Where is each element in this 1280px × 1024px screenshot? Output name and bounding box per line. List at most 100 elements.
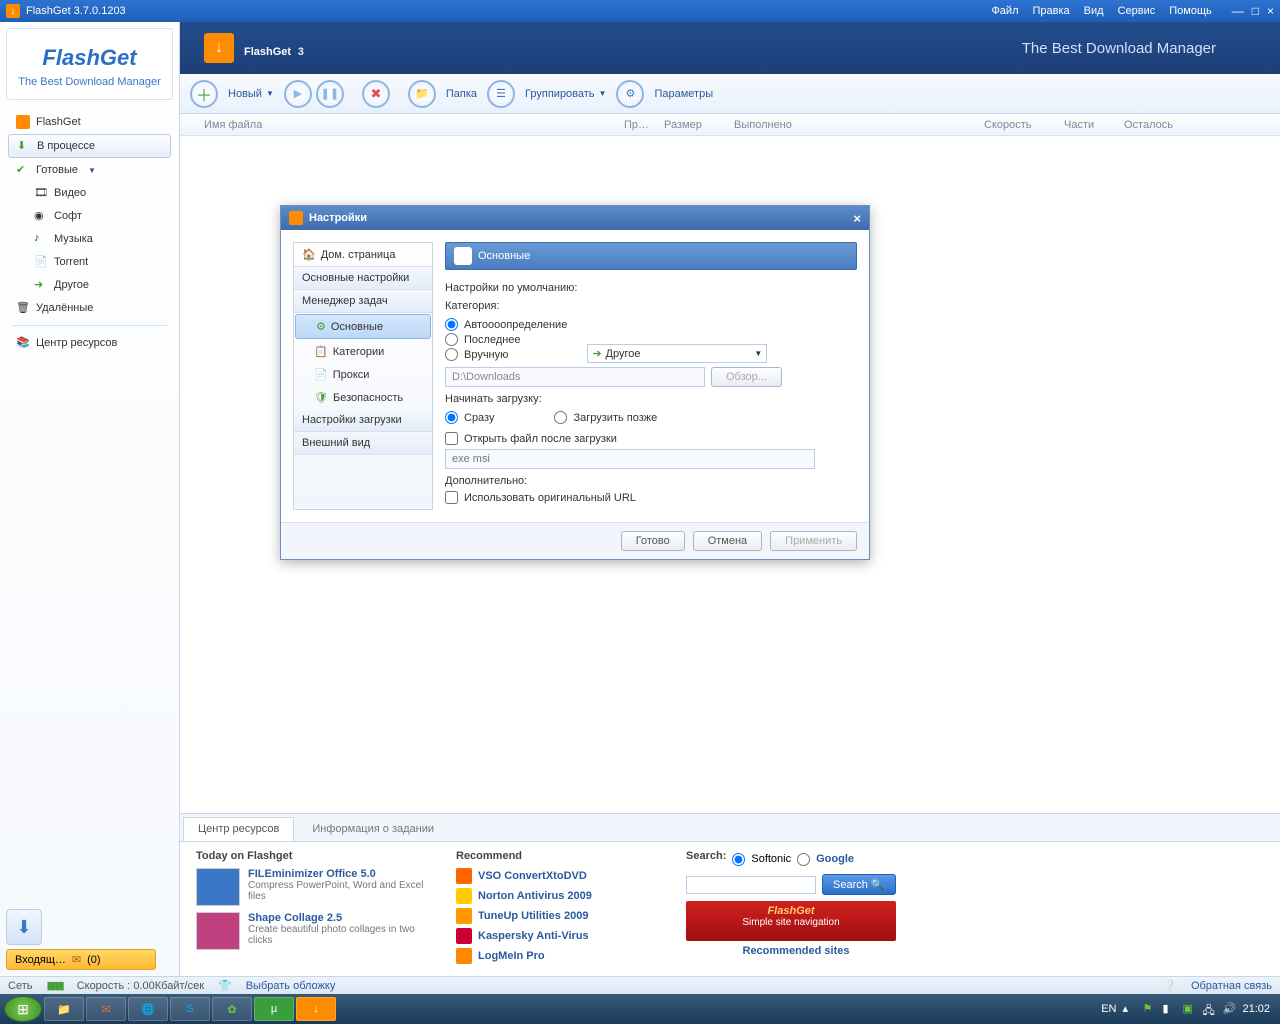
recommend-item[interactable]: LogMeIn Pro — [456, 948, 666, 964]
nav-basic-settings[interactable]: Основные настройки — [294, 267, 432, 290]
pause-button[interactable]: ❚❚ — [316, 80, 344, 108]
maximize-button[interactable]: □ — [1252, 4, 1259, 18]
sidebar-item-in-progress[interactable]: ⬇В процессе — [8, 134, 171, 158]
play-icon: ▶ — [294, 87, 302, 100]
sidebar-item-torrent[interactable]: 📄Torrent — [8, 251, 171, 273]
menu-service[interactable]: Сервис — [1118, 5, 1156, 17]
task-skype[interactable]: S — [170, 997, 210, 1021]
recommend-item[interactable]: TuneUp Utilities 2009 — [456, 908, 666, 924]
nav-categories[interactable]: 📋Категории — [294, 340, 432, 363]
new-button[interactable]: ＋ — [190, 80, 218, 108]
tray-net-icon[interactable]: 🖧 — [1202, 1002, 1216, 1016]
sidebar-item-music[interactable]: ♪Музыка — [8, 228, 171, 250]
start-button[interactable]: ▶ — [284, 80, 312, 108]
nav-basic[interactable]: ⚙Основные — [295, 314, 431, 339]
recommend-item[interactable]: Norton Antivirus 2009 — [456, 888, 666, 904]
start-button[interactable]: ⊞ — [4, 996, 42, 1022]
sidebar-item-completed[interactable]: ✔Готовые▼ — [8, 159, 171, 181]
tray-volume-icon[interactable]: 🔊 — [1222, 1002, 1236, 1016]
menu-view[interactable]: Вид — [1084, 5, 1104, 17]
menu-file[interactable]: Файл — [991, 5, 1018, 17]
incoming-button[interactable]: Входящ… ✉ (0) — [6, 949, 156, 970]
open-after-checkbox[interactable] — [445, 432, 458, 445]
search-google-radio[interactable] — [797, 853, 810, 866]
tray-ut-icon[interactable]: ▣ — [1182, 1002, 1196, 1016]
col-pr[interactable]: Пр… — [624, 119, 664, 131]
col-filename[interactable]: Имя файла — [204, 119, 624, 131]
cancel-button[interactable]: Отмена — [693, 531, 762, 551]
nav-appearance[interactable]: Внешний вид — [294, 432, 432, 455]
cat-auto-radio[interactable] — [445, 318, 458, 331]
drop-target[interactable]: ⬇ — [6, 909, 42, 945]
lang-indicator[interactable]: EN — [1101, 1003, 1116, 1015]
today-item[interactable]: Shape Collage 2.5Create beautiful photo … — [196, 912, 436, 950]
today-item[interactable]: FILEminimizer Office 5.0Compress PowerPo… — [196, 868, 436, 906]
tray-up-icon[interactable]: ▴ — [1122, 1002, 1136, 1016]
folder-button-label[interactable]: Папка — [440, 85, 483, 103]
tray-app-icon[interactable]: ▮ — [1162, 1002, 1176, 1016]
path-input[interactable] — [445, 367, 705, 387]
nav-task-manager[interactable]: Менеджер задач — [294, 290, 432, 313]
tray-flag-icon[interactable]: ⚑ — [1142, 1002, 1156, 1016]
folder-button[interactable]: 📁 — [408, 80, 436, 108]
cat-manual-radio[interactable] — [445, 348, 458, 361]
start-later-radio[interactable] — [554, 411, 567, 424]
settings-button[interactable]: ⚙ — [616, 80, 644, 108]
task-mail[interactable]: ✉ — [86, 997, 126, 1021]
settings-button-label[interactable]: Параметры — [648, 85, 719, 103]
start-label: Начинать загрузку: — [445, 393, 857, 405]
extensions-input[interactable] — [445, 449, 815, 469]
apply-button[interactable]: Применить — [770, 531, 857, 551]
nav-download-settings[interactable]: Настройки загрузки — [294, 409, 432, 432]
task-utorrent[interactable]: μ — [254, 997, 294, 1021]
orig-url-checkbox[interactable] — [445, 491, 458, 504]
recommended-sites-link[interactable]: Recommended sites — [686, 945, 906, 957]
task-explorer[interactable]: 📁 — [44, 997, 84, 1021]
sidebar-item-resource-center[interactable]: 📚Центр ресурсов — [8, 332, 171, 354]
category-select[interactable]: ➜Другое▼ — [587, 344, 767, 363]
sidebar-item-other[interactable]: ➜Другое — [8, 274, 171, 296]
col-size[interactable]: Размер — [664, 119, 734, 131]
browse-button[interactable]: Обзор... — [711, 367, 782, 387]
start-now-radio[interactable] — [445, 411, 458, 424]
sidebar-item-software[interactable]: ◉Софт — [8, 205, 171, 227]
clock[interactable]: 21:02 — [1242, 1003, 1270, 1015]
speed-label: Скорость : 0.00Кбайт/сек — [77, 980, 204, 992]
menu-help[interactable]: Помощь — [1169, 5, 1212, 17]
tab-task-info[interactable]: Информация о задании — [297, 817, 449, 841]
nav-proxy[interactable]: 📄Прокси — [294, 363, 432, 386]
nav-home[interactable]: 🏠Дом. страница — [294, 243, 432, 267]
col-parts[interactable]: Части — [1064, 119, 1124, 131]
flashget-ad-banner[interactable]: FlashGet Simple site navigation — [686, 901, 896, 941]
app-icon — [456, 928, 472, 944]
nav-security[interactable]: 🛡Безопасность — [294, 386, 432, 409]
search-button[interactable]: Search 🔍 — [822, 874, 896, 895]
new-button-label[interactable]: Новый▼ — [222, 85, 280, 103]
done-button[interactable]: Готово — [621, 531, 685, 551]
minimize-button[interactable]: — — [1232, 4, 1244, 18]
dialog-close-button[interactable]: × — [853, 211, 861, 226]
calendar-icon: 📋 — [314, 345, 328, 358]
tab-resource-center[interactable]: Центр ресурсов — [183, 817, 294, 841]
col-speed[interactable]: Скорость — [984, 119, 1064, 131]
col-done[interactable]: Выполнено — [734, 119, 984, 131]
sidebar-item-video[interactable]: 🎞Видео — [8, 182, 171, 204]
recommend-item[interactable]: Kaspersky Anti-Virus — [456, 928, 666, 944]
cat-last-radio[interactable] — [445, 333, 458, 346]
group-button-label[interactable]: Группировать▼ — [519, 85, 612, 103]
sidebar-item-deleted[interactable]: 🗑Удалённые — [8, 297, 171, 319]
task-icq[interactable]: ✿ — [212, 997, 252, 1021]
close-button[interactable]: × — [1267, 4, 1274, 18]
task-flashget[interactable]: ↓ — [296, 997, 336, 1021]
search-softonic-radio[interactable] — [732, 853, 745, 866]
delete-button[interactable]: ✖ — [362, 80, 390, 108]
task-chrome[interactable]: 🌐 — [128, 997, 168, 1021]
sidebar-item-flashget[interactable]: FlashGet — [8, 111, 171, 133]
feedback-link[interactable]: Обратная связь — [1191, 980, 1272, 992]
search-input[interactable] — [686, 876, 816, 894]
menu-edit[interactable]: Правка — [1032, 5, 1069, 17]
col-remaining[interactable]: Осталось — [1124, 119, 1194, 131]
recommend-item[interactable]: VSO ConvertXtoDVD — [456, 868, 666, 884]
skin-link[interactable]: Выбрать обложку — [246, 980, 336, 992]
group-button[interactable]: ☰ — [487, 80, 515, 108]
